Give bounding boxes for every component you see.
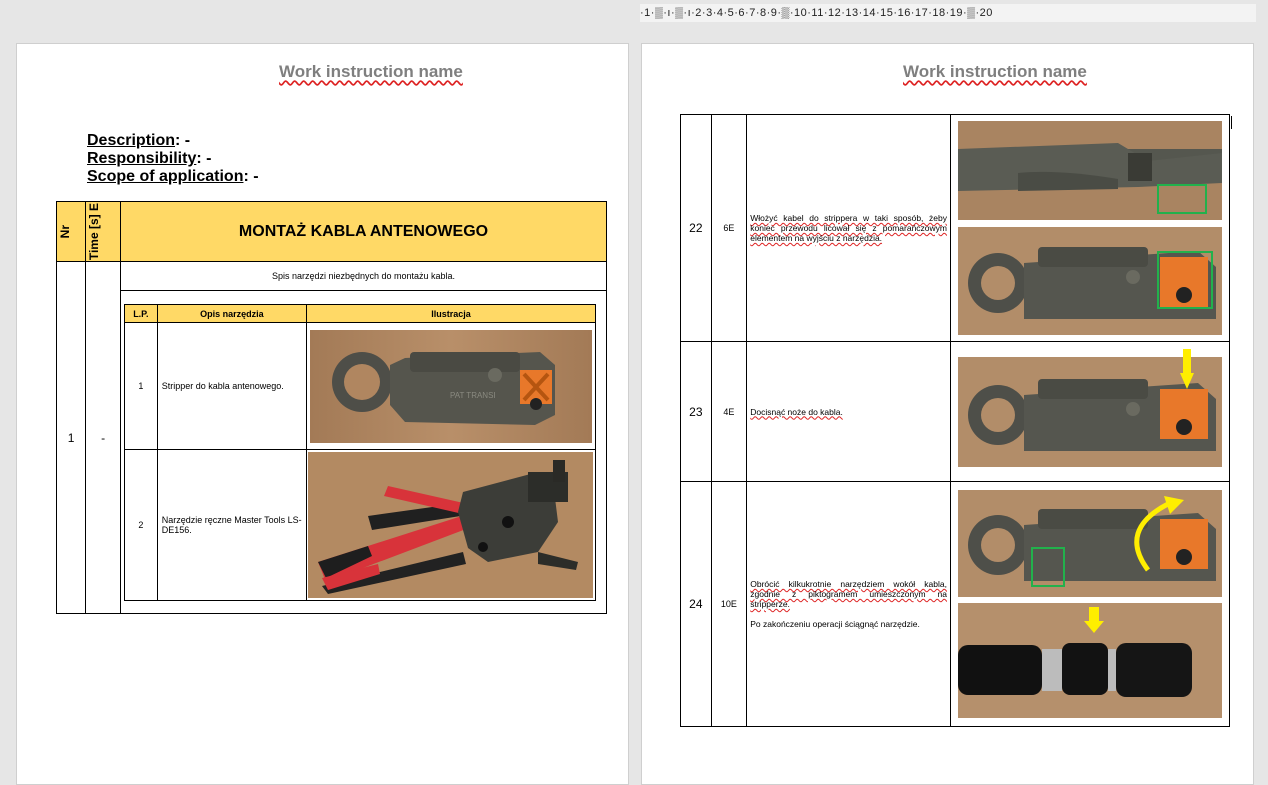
press-arrow-icon — [1180, 349, 1194, 394]
tools-subtitle: Spis narzędzi niezbędnych do montażu kab… — [120, 261, 607, 292]
svg-text:PAT TRANSI: PAT TRANSI — [450, 391, 496, 400]
table-heading: MONTAŻ KABLA ANTENOWEGO — [120, 200, 607, 263]
col-nr-header: Nr — [55, 200, 87, 263]
tool-desc: Stripper do kabla antenowego. — [156, 322, 308, 451]
document-page-1: Work instruction name Description: - Res… — [16, 43, 629, 785]
step-nr: 24 — [680, 481, 712, 727]
step-nr: 23 — [680, 341, 712, 482]
responsibility-value: : - — [196, 150, 212, 167]
horizontal-ruler[interactable]: ·1·▒·ı·▒·ı·2·3·4·5·6·7·8·9·▒·10·11·12·13… — [640, 4, 1256, 22]
col-nr-label: Nr — [58, 224, 72, 239]
assembly-table: Nr Time [s] E MONTAŻ KABLA ANTENOWEGO 1 … — [55, 200, 607, 615]
stripper-rotate-photo — [958, 490, 1222, 597]
tool-illustration-cell — [306, 449, 596, 602]
lp-header: L.P. — [124, 304, 158, 324]
tool-lp: 1 — [124, 322, 158, 451]
tool-desc-header: Opis narzędzia — [156, 304, 308, 324]
tool-illustration-cell: PAT TRANSI — [306, 322, 596, 451]
meta-block: Description: - Responsibility: - Scope o… — [87, 132, 259, 186]
description-label: Description — [87, 132, 176, 149]
stripper-cable-inserted-photo — [958, 227, 1222, 335]
tool-desc: Narzędzie ręczne Master Tools LS-DE156. — [156, 449, 308, 602]
row-nr: 1 — [55, 261, 87, 615]
step-illustration-cell — [950, 114, 1230, 342]
tool-lp: 2 — [124, 449, 158, 602]
tools-cell: L.P. Opis narzędzia Ilustracja 1 Strippe… — [120, 290, 607, 615]
scope-label: Scope of application — [87, 168, 244, 185]
page-title: Work instruction name — [903, 62, 1087, 81]
step-time: 6E — [710, 114, 748, 342]
stripper-side-photo — [958, 121, 1222, 220]
step-time: 4E — [710, 341, 748, 482]
step-description: Docisnąć noże do kabla. — [746, 341, 951, 482]
row-time: - — [85, 261, 121, 615]
scope-value: : - — [243, 168, 259, 185]
step-nr: 22 — [680, 114, 712, 342]
illustration-header: Ilustracja — [306, 304, 596, 324]
col-time-header: Time [s] E — [85, 200, 121, 263]
document-page-2: Work instruction name 22 6E Włożyć kabel… — [641, 43, 1254, 785]
step-illustration-cell — [950, 481, 1230, 727]
step-time: 10E — [710, 481, 748, 727]
tools-table: L.P. Opis narzędzia Ilustracja 1 Strippe… — [124, 304, 596, 602]
step-description: Obrócić kilkukrotnie narzędziem wokół ka… — [746, 481, 951, 727]
steps-table: 22 6E Włożyć kabel do strippera w taki s… — [680, 114, 1230, 727]
responsibility-label: Responsibility — [87, 150, 197, 167]
cable-stripper-photo: PAT TRANSI — [310, 329, 592, 443]
crimping-tool-photo — [308, 452, 593, 599]
description-value: : - — [175, 132, 191, 149]
step-description: Włożyć kabel do strippera w taki sposób,… — [746, 114, 951, 342]
page-title: Work instruction name — [279, 62, 463, 81]
col-time-label: Time [s] E — [87, 203, 102, 261]
text-cursor — [1231, 116, 1232, 129]
step-description-extra: Po zakończeniu operacji ściągnąć narzędz… — [750, 619, 920, 629]
stripped-cable-photo — [958, 603, 1222, 718]
